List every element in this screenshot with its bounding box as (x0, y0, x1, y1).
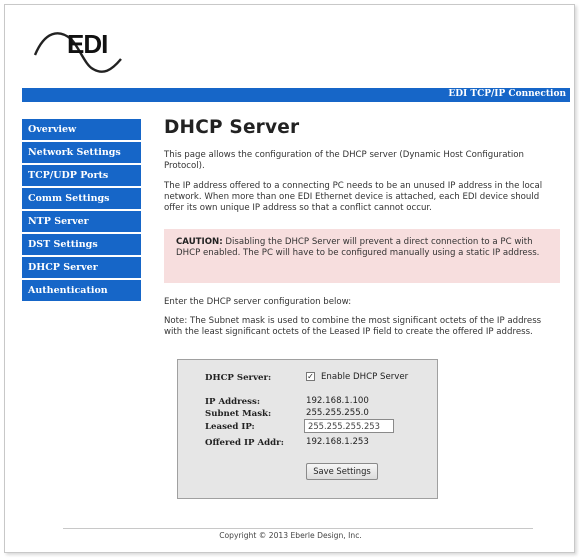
info-text: The IP address offered to a connecting P… (164, 181, 543, 213)
caution-box: CAUTION: Disabling the DHCP Server will … (164, 229, 560, 283)
intro-text: This page allows the configuration of th… (164, 150, 524, 171)
caution-text: Disabling the DHCP Server will prevent a… (176, 237, 540, 258)
sidebar-nav: Overview Network Settings TCP/UDP Ports … (22, 119, 141, 303)
subnet-note: Note: The Subnet mask is used to combine… (164, 316, 542, 337)
leased-ip-label: Leased IP: (205, 422, 255, 432)
enable-dhcp-checkbox[interactable]: ✓ (306, 372, 315, 381)
copyright-text: Copyright © 2013 Eberle Design, Inc. (219, 531, 362, 540)
sidebar-item-tcp-udp-ports[interactable]: TCP/UDP Ports (22, 165, 141, 186)
dhcp-config-panel: DHCP Server: ✓ Enable DHCP Server IP Add… (177, 359, 438, 499)
logo-text: EDI (67, 29, 108, 59)
top-banner: EDI TCP/IP Connection (22, 88, 570, 102)
ip-address-label: IP Address: (205, 397, 261, 407)
save-settings-button[interactable]: Save Settings (306, 463, 378, 480)
ip-address-value: 192.168.1.100 (306, 396, 369, 406)
page-title: DHCP Server (164, 117, 300, 138)
main-content: DHCP Server This page allows the configu… (164, 117, 564, 499)
enable-dhcp-label[interactable]: Enable DHCP Server (321, 372, 408, 382)
offered-ip-value: 192.168.1.253 (306, 437, 369, 447)
sidebar-item-ntp-server[interactable]: NTP Server (22, 211, 141, 232)
subnet-mask-label: Subnet Mask: (205, 409, 272, 419)
sidebar-item-dst-settings[interactable]: DST Settings (22, 234, 141, 255)
sidebar-item-authentication[interactable]: Authentication (22, 280, 141, 301)
footer-divider (63, 528, 533, 529)
caution-label: CAUTION: (176, 237, 223, 247)
banner-title: EDI TCP/IP Connection (448, 89, 566, 99)
sidebar-item-overview[interactable]: Overview (22, 119, 141, 140)
subnet-mask-value: 255.255.255.0 (306, 408, 369, 418)
sidebar-item-dhcp-server[interactable]: DHCP Server (22, 257, 141, 278)
page-frame: EDI EDI TCP/IP Connection Overview Netwo… (4, 4, 575, 553)
sidebar-item-comm-settings[interactable]: Comm Settings (22, 188, 141, 209)
leased-ip-input[interactable] (304, 419, 394, 433)
sidebar-item-network-settings[interactable]: Network Settings (22, 142, 141, 163)
offered-ip-label: Offered IP Addr: (205, 438, 284, 448)
dhcp-server-label: DHCP Server: (205, 373, 272, 383)
enter-config-text: Enter the DHCP server configuration belo… (164, 297, 352, 307)
